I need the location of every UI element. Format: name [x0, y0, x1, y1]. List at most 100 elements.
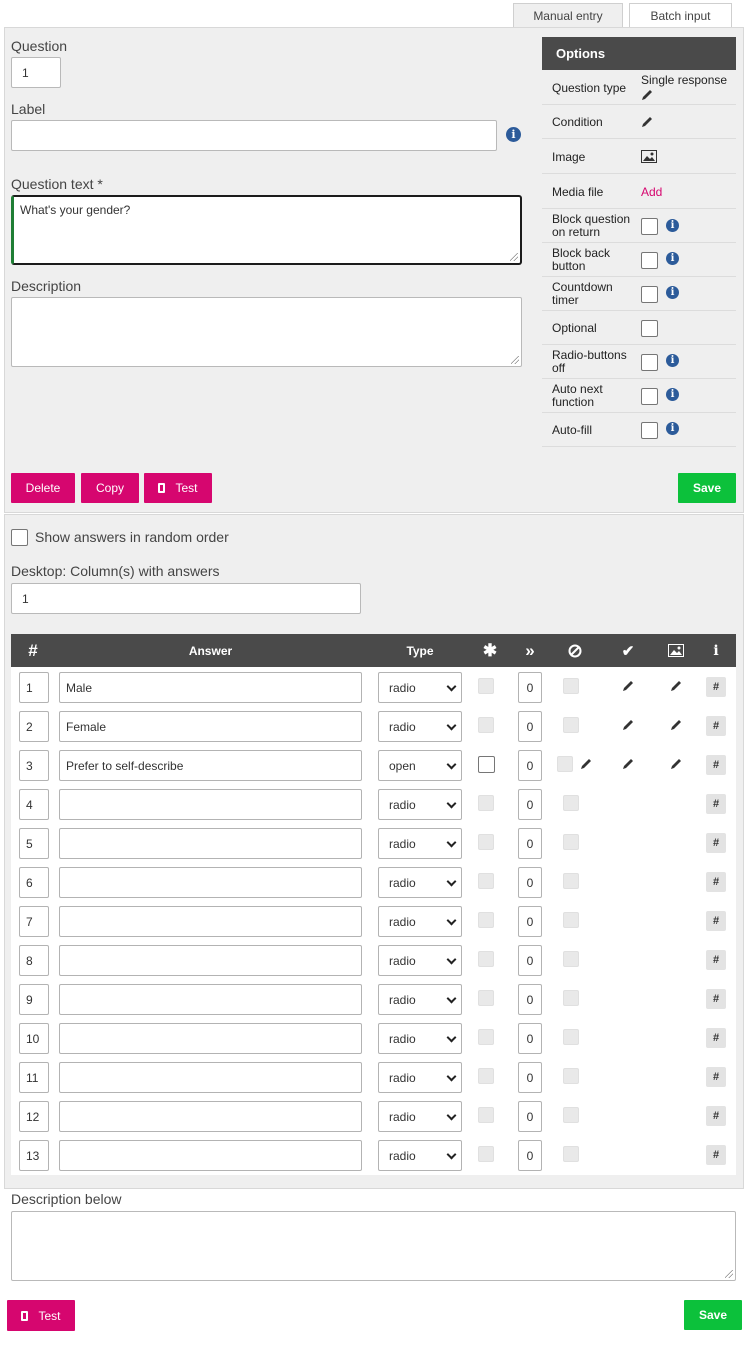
hash-button[interactable]: # — [706, 1145, 726, 1165]
hash-button[interactable]: # — [706, 1028, 726, 1048]
hash-button[interactable]: # — [706, 833, 726, 853]
answer-type-select[interactable]: radio — [378, 1140, 462, 1171]
jump-input[interactable]: 0 — [518, 789, 542, 820]
description-input[interactable] — [11, 297, 522, 367]
hash-button[interactable]: # — [706, 794, 726, 814]
jump-input[interactable]: 0 — [518, 1140, 542, 1171]
answer-text-input[interactable]: Prefer to self-describe — [59, 750, 362, 781]
answer-text-input[interactable] — [59, 945, 362, 976]
pencil-icon[interactable] — [621, 679, 635, 693]
tab-batch-input[interactable]: Batch input — [629, 3, 732, 28]
auto-fill-checkbox[interactable] — [641, 422, 658, 439]
block-question-checkbox[interactable] — [641, 218, 658, 235]
hash-button[interactable]: # — [706, 1106, 726, 1126]
jump-input[interactable]: 0 — [518, 945, 542, 976]
answer-number-input[interactable]: 11 — [19, 1062, 49, 1093]
jump-input[interactable]: 0 — [518, 867, 542, 898]
jump-input[interactable]: 0 — [518, 1101, 542, 1132]
optional-checkbox[interactable] — [641, 320, 658, 337]
auto-next-checkbox[interactable] — [641, 388, 658, 405]
tab-manual-entry[interactable]: Manual entry — [513, 3, 623, 28]
info-icon[interactable]: i — [666, 219, 679, 232]
answer-type-select[interactable]: radio — [378, 984, 462, 1015]
question-number-input[interactable]: 1 — [11, 57, 61, 88]
hash-button[interactable]: # — [706, 677, 726, 697]
hash-button[interactable]: # — [706, 1067, 726, 1087]
media-file-add-link[interactable]: Add — [641, 185, 662, 199]
resize-grip-icon[interactable] — [510, 253, 518, 261]
jump-input[interactable]: 0 — [518, 1062, 542, 1093]
delete-button[interactable]: Delete — [11, 473, 75, 503]
answer-type-select[interactable]: radio — [378, 1062, 462, 1093]
pencil-icon[interactable] — [669, 757, 683, 771]
answer-number-input[interactable]: 12 — [19, 1101, 49, 1132]
radio-buttons-off-checkbox[interactable] — [641, 354, 658, 371]
info-icon[interactable]: i — [666, 286, 679, 299]
info-icon[interactable]: i — [666, 354, 679, 367]
question-text-input[interactable]: What's your gender? — [11, 195, 522, 265]
jump-input[interactable]: 0 — [518, 750, 542, 781]
jump-input[interactable]: 0 — [518, 1023, 542, 1054]
jump-input[interactable]: 0 — [518, 672, 542, 703]
answer-number-input[interactable]: 6 — [19, 867, 49, 898]
answer-number-input[interactable]: 7 — [19, 906, 49, 937]
answer-number-input[interactable]: 13 — [19, 1140, 49, 1171]
image-icon[interactable] — [641, 150, 657, 163]
bottom-save-button[interactable]: Save — [684, 1300, 742, 1330]
answer-type-select[interactable]: radio — [378, 906, 462, 937]
answer-type-select[interactable]: radio — [378, 1101, 462, 1132]
answer-text-input[interactable] — [59, 1101, 362, 1132]
random-order-checkbox[interactable] — [11, 529, 28, 546]
hash-button[interactable]: # — [706, 911, 726, 931]
jump-input[interactable]: 0 — [518, 828, 542, 859]
pencil-icon[interactable] — [669, 679, 683, 693]
info-icon[interactable]: i — [666, 422, 679, 435]
answer-text-input[interactable] — [59, 984, 362, 1015]
label-info-icon[interactable]: i — [506, 127, 521, 142]
pencil-icon[interactable] — [669, 718, 683, 732]
answer-type-select[interactable]: radio — [378, 789, 462, 820]
answer-text-input[interactable] — [59, 1023, 362, 1054]
answer-text-input[interactable]: Male — [59, 672, 362, 703]
info-icon[interactable]: i — [666, 252, 679, 265]
description-below-input[interactable] — [11, 1211, 736, 1281]
answer-text-input[interactable] — [59, 828, 362, 859]
save-button[interactable]: Save — [678, 473, 736, 503]
hash-button[interactable]: # — [706, 872, 726, 892]
hash-button[interactable]: # — [706, 755, 726, 775]
answer-number-input[interactable]: 5 — [19, 828, 49, 859]
bottom-test-button[interactable]: Test — [7, 1300, 75, 1331]
answer-number-input[interactable]: 2 — [19, 711, 49, 742]
answer-type-select[interactable]: radio — [378, 711, 462, 742]
answer-number-input[interactable]: 4 — [19, 789, 49, 820]
answer-type-select[interactable]: radio — [378, 867, 462, 898]
answer-text-input[interactable] — [59, 1140, 362, 1171]
pencil-icon[interactable] — [621, 718, 635, 732]
answer-text-input[interactable] — [59, 906, 362, 937]
columns-input[interactable]: 1 — [11, 583, 361, 614]
copy-button[interactable]: Copy — [81, 473, 139, 503]
mandatory-checkbox[interactable] — [478, 756, 495, 773]
answer-text-input[interactable] — [59, 1062, 362, 1093]
hash-button[interactable]: # — [706, 950, 726, 970]
block-back-checkbox[interactable] — [641, 252, 658, 269]
jump-input[interactable]: 0 — [518, 984, 542, 1015]
description-below-resize-grip-icon[interactable] — [725, 1270, 733, 1278]
answer-type-select[interactable]: radio — [378, 1023, 462, 1054]
test-button[interactable]: Test — [144, 473, 212, 503]
answer-number-input[interactable]: 1 — [19, 672, 49, 703]
answer-number-input[interactable]: 10 — [19, 1023, 49, 1054]
jump-input[interactable]: 0 — [518, 906, 542, 937]
pencil-icon[interactable] — [621, 757, 635, 771]
pencil-icon[interactable] — [579, 757, 593, 771]
label-input[interactable] — [11, 120, 497, 151]
answer-type-select[interactable]: open — [378, 750, 462, 781]
answer-number-input[interactable]: 3 — [19, 750, 49, 781]
pencil-icon[interactable] — [640, 115, 654, 129]
answer-number-input[interactable]: 8 — [19, 945, 49, 976]
answer-type-select[interactable]: radio — [378, 945, 462, 976]
answer-type-select[interactable]: radio — [378, 672, 462, 703]
jump-input[interactable]: 0 — [518, 711, 542, 742]
answer-text-input[interactable] — [59, 867, 362, 898]
answer-text-input[interactable]: Female — [59, 711, 362, 742]
